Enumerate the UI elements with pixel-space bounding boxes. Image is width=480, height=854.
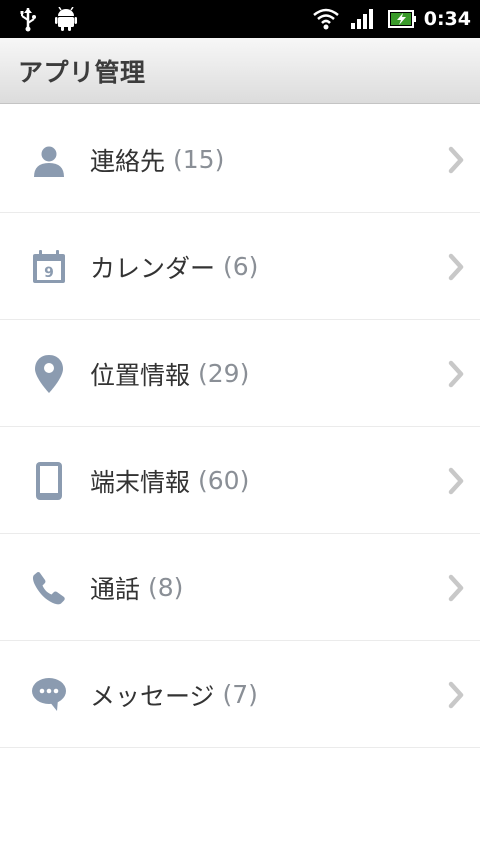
chevron-right-icon bbox=[448, 106, 464, 213]
phone-device-icon bbox=[29, 427, 69, 534]
list-item-count: (15) bbox=[173, 145, 225, 174]
list-item-count: (7) bbox=[222, 680, 258, 709]
android-icon bbox=[55, 0, 77, 38]
phone-handset-icon bbox=[29, 534, 69, 641]
clock: 0:34 bbox=[423, 8, 471, 30]
chevron-right-icon bbox=[448, 427, 464, 534]
signal-icon bbox=[351, 0, 375, 38]
app-header: アプリ管理 bbox=[0, 38, 480, 104]
list-item-label: 連絡先 bbox=[90, 146, 166, 176]
list-item-label: 端末情報 bbox=[90, 467, 191, 497]
list-item-label: 位置情報 bbox=[90, 360, 191, 390]
chevron-right-icon bbox=[448, 641, 464, 748]
location-pin-icon bbox=[29, 320, 69, 427]
list-item-contacts[interactable]: 連絡先 (15) bbox=[0, 106, 480, 213]
list-item-count: (8) bbox=[148, 573, 184, 602]
list-item-label: カレンダー bbox=[90, 253, 216, 283]
list-item-messages[interactable]: メッセージ (7) bbox=[0, 641, 480, 748]
usb-icon bbox=[18, 0, 38, 38]
list-item-calls[interactable]: 通話 (8) bbox=[0, 534, 480, 641]
status-bar: 0:34 bbox=[0, 0, 480, 38]
list-item-count: (29) bbox=[198, 359, 250, 388]
list-item-count: (6) bbox=[223, 252, 259, 281]
chat-bubble-icon bbox=[29, 641, 69, 748]
list-item-device-info[interactable]: 端末情報 (60) bbox=[0, 427, 480, 534]
calendar-icon: 9 bbox=[29, 213, 69, 320]
chevron-right-icon bbox=[448, 534, 464, 641]
list-item-location[interactable]: 位置情報 (29) bbox=[0, 320, 480, 427]
chevron-right-icon bbox=[448, 213, 464, 320]
calendar-icon-day: 9 bbox=[44, 265, 54, 281]
battery-charging-icon bbox=[388, 0, 416, 38]
chevron-right-icon bbox=[448, 320, 464, 427]
permission-list: 連絡先 (15) 9 カレンダー (6) 位置情報 (29) 端末情報 (60)… bbox=[0, 106, 480, 748]
list-item-label: 通話 bbox=[90, 574, 141, 604]
page-title: アプリ管理 bbox=[18, 58, 146, 87]
person-icon bbox=[29, 106, 69, 213]
list-item-count: (60) bbox=[198, 466, 250, 495]
wifi-icon bbox=[313, 0, 339, 38]
list-item-label: メッセージ bbox=[90, 681, 215, 711]
list-item-calendar[interactable]: 9 カレンダー (6) bbox=[0, 213, 480, 320]
